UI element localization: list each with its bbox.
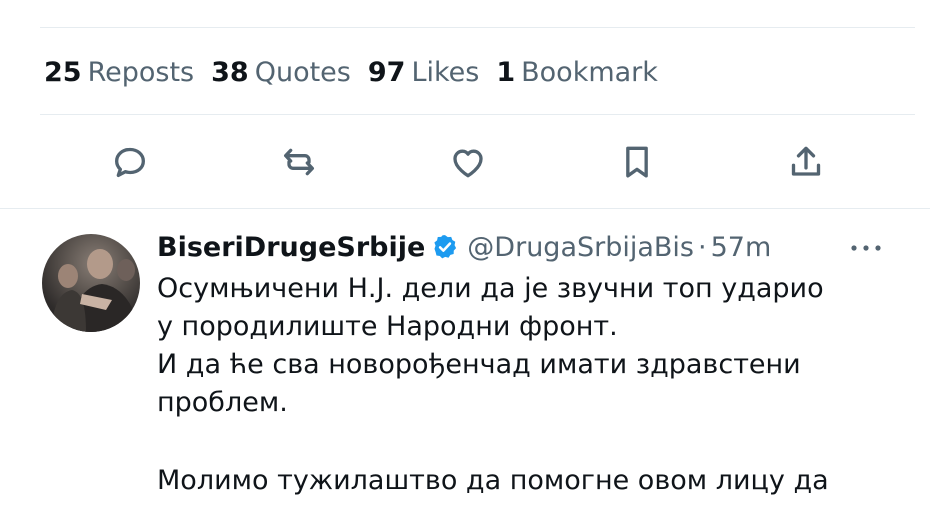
- like-button[interactable]: [426, 136, 510, 188]
- timestamp[interactable]: 57m: [711, 232, 772, 263]
- reply-icon: [115, 147, 145, 177]
- repost-icon: [284, 148, 314, 176]
- quotes-label: Quotes: [254, 56, 351, 88]
- reply-body: BiseriDrugeSrbije @DrugaSrbijaBis · 57m …: [157, 228, 890, 500]
- engagement-stats: 25 Reposts 38 Quotes 97 Likes 1 Bookmark: [44, 52, 675, 92]
- bookmarks-stat[interactable]: 1 Bookmark: [496, 57, 658, 88]
- tweet-text-line: у породилиште Народни фронт.: [157, 311, 618, 342]
- likes-label: Likes: [411, 56, 480, 88]
- share-button[interactable]: [764, 136, 848, 188]
- more-options-icon[interactable]: [848, 236, 884, 260]
- user-handle[interactable]: @DrugaSrbijaBis: [467, 232, 694, 263]
- tweet-text-line: Осумњичени Н.Ј. дели да је звучни топ уд…: [157, 273, 824, 304]
- likes-stat[interactable]: 97 Likes: [368, 57, 479, 88]
- heart-icon: [453, 149, 483, 178]
- reposts-count: 25: [44, 56, 82, 88]
- tweet-actions: [88, 136, 848, 188]
- tweet-text-line: И да ће сва новорођенчад имати здравстен…: [157, 349, 801, 380]
- bookmarks-label: Bookmark: [521, 56, 658, 88]
- display-name[interactable]: BiseriDrugeSrbije: [157, 232, 425, 263]
- share-icon: [791, 146, 821, 176]
- reply-button[interactable]: [88, 136, 172, 188]
- repost-button[interactable]: [257, 136, 341, 188]
- stats-divider: [40, 114, 915, 115]
- quotes-count: 38: [211, 56, 249, 88]
- avatar[interactable]: [42, 234, 140, 332]
- top-divider: [40, 27, 915, 28]
- tweet-text: Осумњичени Н.Ј. дели да је звучни топ уд…: [157, 270, 890, 500]
- bookmarks-count: 1: [496, 56, 516, 88]
- dot-separator: ·: [698, 231, 707, 263]
- tweet-text-line: проблем.: [157, 387, 288, 418]
- verified-badge-icon: [434, 235, 457, 259]
- bookmark-button[interactable]: [595, 136, 679, 188]
- section-divider: [0, 208, 930, 209]
- reposts-stat[interactable]: 25 Reposts: [44, 57, 194, 88]
- ellipsis-icon: [851, 245, 881, 251]
- quotes-stat[interactable]: 38 Quotes: [211, 57, 351, 88]
- avatar-photo: [52, 249, 140, 332]
- reply-header: BiseriDrugeSrbije @DrugaSrbijaBis · 57m: [157, 228, 890, 266]
- tweet-text-line: Молимо тужилаштво да помогне овом лицу д…: [157, 465, 829, 496]
- likes-count: 97: [367, 56, 406, 88]
- reposts-label: Reposts: [87, 56, 195, 88]
- bookmark-icon: [626, 146, 648, 178]
